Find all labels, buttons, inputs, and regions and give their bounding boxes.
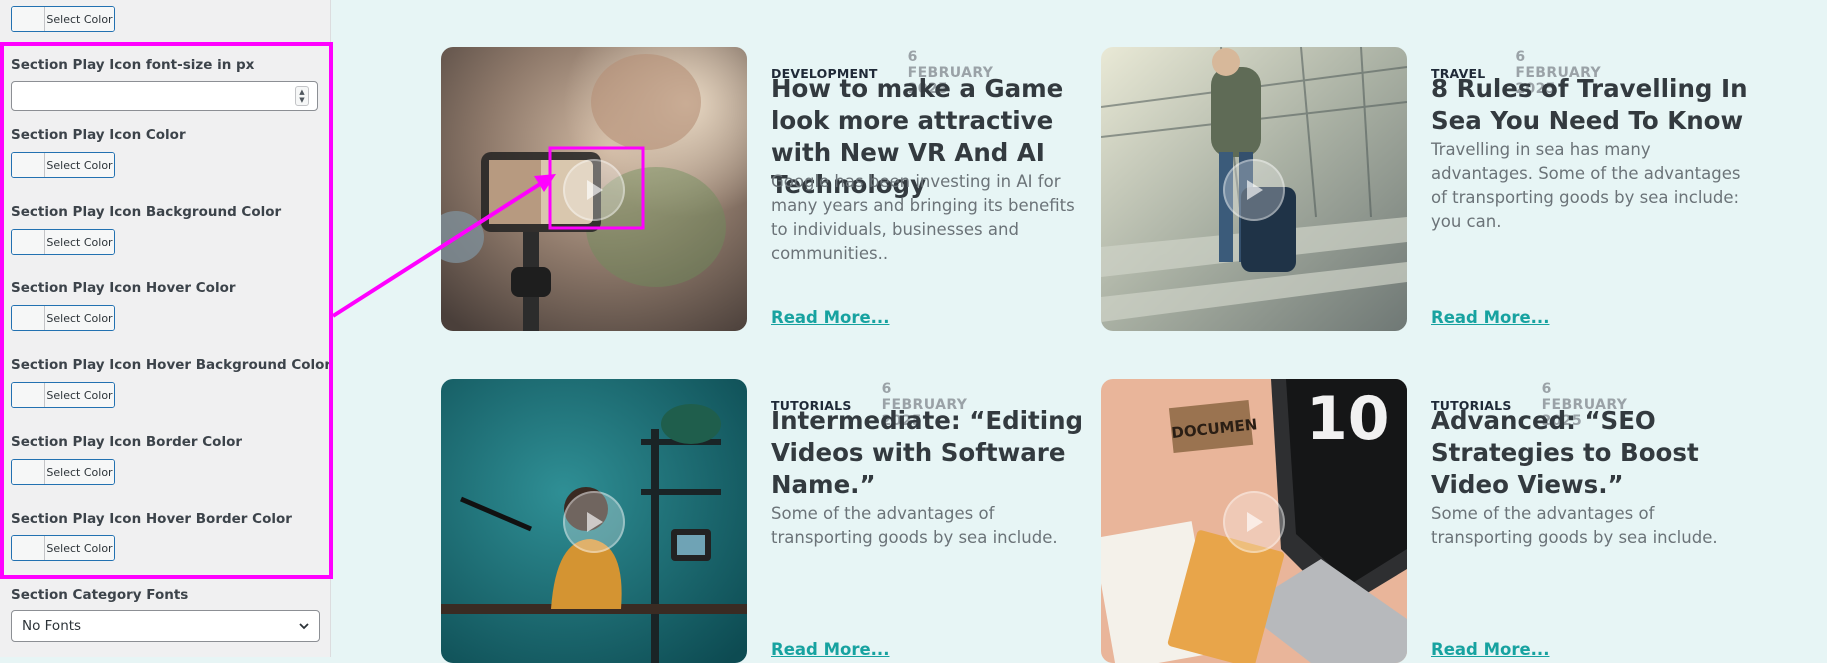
play-icon-hover-bg-color-label: Section Play Icon Hover Background Color: [11, 357, 332, 373]
select-color-label: Select Color: [45, 153, 114, 177]
color-swatch: [12, 306, 45, 330]
post-title[interactable]: 8 Rules of Travelling In Sea You Need To…: [1431, 73, 1751, 137]
post-excerpt: Some of the advantages of transporting g…: [1431, 504, 1718, 547]
read-more-link[interactable]: Read More...: [771, 308, 889, 327]
color-swatch: [12, 153, 45, 177]
play-icon-border-color-label: Section Play Icon Border Color: [11, 434, 243, 450]
post-excerpt: Google has been investing in AI for many…: [771, 172, 1075, 263]
play-icon-fontsize-input[interactable]: ▲ ▼: [11, 81, 318, 111]
color-swatch: [12, 460, 45, 484]
play-icon-hover-color-label: Section Play Icon Hover Color: [11, 280, 236, 296]
read-more-link[interactable]: Read More...: [1431, 640, 1549, 659]
play-icon[interactable]: [563, 491, 625, 553]
play-icon-hover-bg-color-button[interactable]: Select Color: [11, 382, 115, 408]
select-color-label: Select Color: [45, 460, 114, 484]
spinner-down-icon[interactable]: ▼: [299, 96, 304, 104]
play-icon-fontsize-label: Section Play Icon font-size in px: [11, 57, 255, 73]
read-more-link[interactable]: Read More...: [771, 640, 889, 659]
top-select-color-button[interactable]: Select Color: [11, 6, 115, 32]
play-icon-hover-border-color-label: Section Play Icon Hover Border Color: [11, 511, 292, 527]
play-icon-border-color-button[interactable]: Select Color: [11, 459, 115, 485]
category-fonts-select[interactable]: No Fonts: [11, 610, 320, 642]
post-excerpt: Some of the advantages of transporting g…: [771, 504, 1058, 547]
color-swatch: [12, 230, 45, 254]
color-swatch: [12, 7, 45, 31]
category-fonts-value: No Fonts: [22, 618, 82, 634]
select-color-label: Select Color: [45, 230, 114, 254]
select-color-label: Select Color: [45, 536, 114, 560]
post-excerpt: Travelling in sea has many advantages. S…: [1431, 140, 1741, 231]
play-icon[interactable]: [1223, 159, 1285, 221]
read-more-link[interactable]: Read More...: [1431, 308, 1549, 327]
color-swatch: [12, 383, 45, 407]
play-icon-color-button[interactable]: Select Color: [11, 152, 115, 178]
spinner-up-icon[interactable]: ▲: [299, 88, 304, 96]
play-icon-color-label: Section Play Icon Color: [11, 127, 186, 143]
category-fonts-label: Section Category Fonts: [11, 587, 189, 603]
select-color-label: Select Color: [45, 383, 114, 407]
play-icon-hover-color-button[interactable]: Select Color: [11, 305, 115, 331]
play-icon[interactable]: [563, 159, 625, 221]
post-title[interactable]: Intermediate: “Editing Videos with Softw…: [771, 405, 1091, 501]
select-color-label: Select Color: [45, 306, 114, 330]
select-color-label: Select Color: [45, 7, 114, 31]
post-thumbnail-travel[interactable]: [1101, 47, 1407, 331]
play-icon[interactable]: [1223, 491, 1285, 553]
color-swatch: [12, 536, 45, 560]
post-thumbnail-development[interactable]: [441, 47, 747, 331]
number-spinner[interactable]: ▲ ▼: [295, 86, 309, 106]
play-icon-hover-border-color-button[interactable]: Select Color: [11, 535, 115, 561]
thumb-text-number: 10: [1306, 384, 1390, 454]
post-thumbnail-seo[interactable]: DOCUMEN 10: [1101, 379, 1407, 663]
settings-sidebar: Select Color Section Play Icon font-size…: [0, 0, 331, 657]
post-thumbnail-editing[interactable]: [441, 379, 747, 663]
chevron-down-icon: [299, 623, 309, 630]
play-icon-bg-color-button[interactable]: Select Color: [11, 229, 115, 255]
post-title[interactable]: Advanced: “SEO Strategies to Boost Video…: [1431, 405, 1751, 501]
play-icon-bg-color-label: Section Play Icon Background Color: [11, 204, 282, 220]
